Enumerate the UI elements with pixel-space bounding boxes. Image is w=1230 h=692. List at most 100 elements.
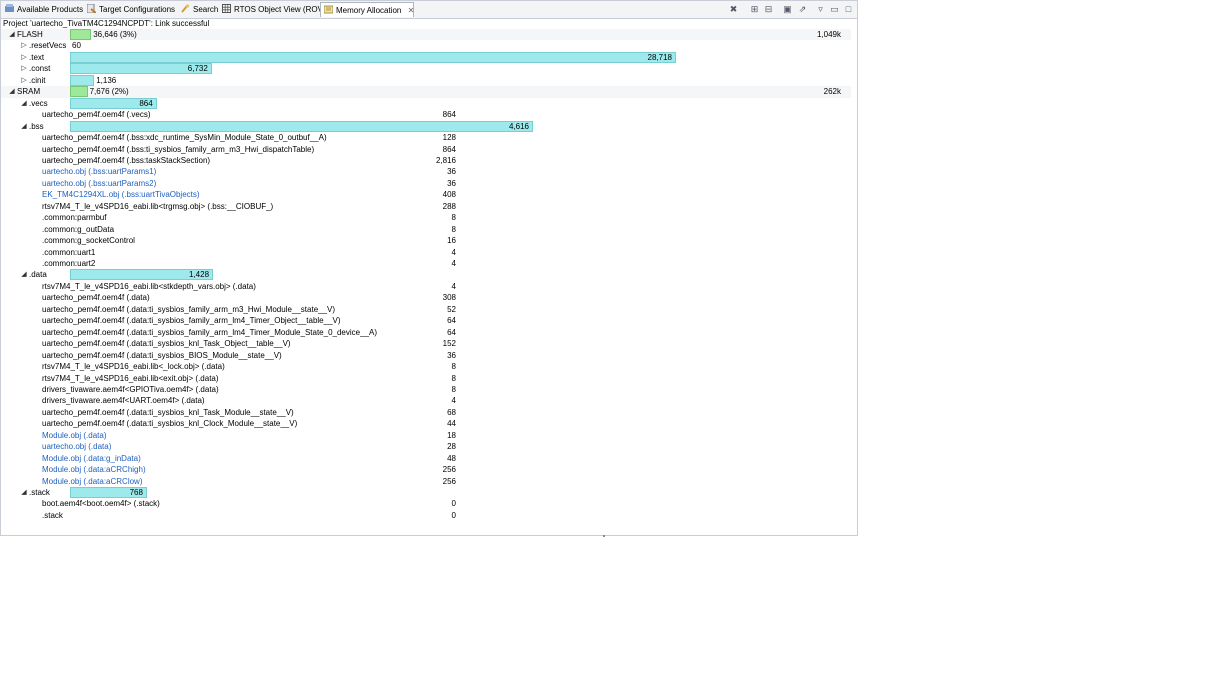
allocation-size: 4 — [451, 259, 456, 268]
row-name[interactable]: uartecho.obj (.bss:uartParams1) — [42, 166, 156, 177]
resize-grip[interactable] — [603, 535, 605, 537]
allocation-row[interactable]: uartecho_pem4f.oem4f (.data:ti_sysbios_B… — [1, 350, 851, 361]
row-name: .vecs — [29, 98, 48, 108]
row-name: .common:parmbuf — [42, 213, 107, 223]
row-name: rtsv7M4_T_le_v4SPD16_eabi.lib<stkdepth_v… — [42, 281, 256, 291]
allocation-row[interactable]: .common:uart2 4 — [1, 258, 851, 269]
expanded-arrow-icon[interactable]: ◢ — [8, 29, 16, 40]
tab-label: Search — [193, 5, 219, 14]
row-name: uartecho_pem4f.oem4f (.bss:xdc_runtime_S… — [42, 133, 327, 143]
allocation-row[interactable]: rtsv7M4_T_le_v4SPD16_eabi.lib<exit.obj> … — [1, 373, 851, 384]
link-status-message: Project 'uartecho_TivaTM4C1294NCPDT': Li… — [3, 19, 210, 28]
expanded-arrow-icon[interactable]: ◢ — [20, 269, 28, 280]
row-name[interactable]: uartecho.obj (.data) — [42, 441, 111, 452]
usage-value: 1,136 — [96, 75, 117, 85]
expanded-arrow-icon[interactable]: ◢ — [20, 98, 28, 109]
row-name[interactable]: Module.obj (.data:aCRChigh) — [42, 464, 146, 475]
collapsed-arrow-icon[interactable]: ▷ — [20, 40, 28, 51]
allocation-row[interactable]: uartecho.obj (.bss:uartParams1) 36 — [1, 166, 851, 177]
allocation-row[interactable]: .common:parmbuf 8 — [1, 212, 851, 223]
allocation-size: 18 — [447, 430, 456, 440]
allocation-row[interactable]: Module.obj (.data:aCRChigh) 256 — [1, 464, 851, 475]
allocation-row[interactable]: rtsv7M4_T_le_v4SPD16_eabi.lib<trgmsg.obj… — [1, 201, 851, 212]
tab-search[interactable]: Search — [178, 2, 218, 17]
allocation-row[interactable]: uartecho_pem4f.oem4f (.bss:xdc_runtime_S… — [1, 132, 851, 143]
row-name: .stack — [42, 510, 63, 520]
allocation-row[interactable]: uartecho_pem4f.oem4f (.bss:ti_sysbios_fa… — [1, 144, 851, 155]
allocation-size: 8 — [451, 362, 456, 372]
section-row[interactable]: ◢ .stack 768 — [1, 487, 851, 498]
collapse-all-icon[interactable]: ⊟ — [763, 4, 774, 15]
tab-rtos-object-view[interactable]: RTOS Object View (ROV) — [219, 2, 326, 17]
section-row[interactable]: ◢ FLASH 36,646 (3%) 1,049k — [1, 29, 851, 41]
allocation-row[interactable]: .common:g_socketControl 16 — [1, 235, 851, 246]
tab-target-configurations[interactable]: Target Configurations — [84, 2, 177, 17]
section-row[interactable]: ◢ .data 1,428 — [1, 269, 851, 281]
expanded-arrow-icon[interactable]: ◢ — [20, 487, 28, 498]
allocation-size: 64 — [447, 327, 456, 337]
section-row[interactable]: ◢ .bss 4,616 — [1, 120, 851, 132]
usage-bar — [70, 86, 88, 98]
allocation-row[interactable]: EK_TM4C1294XL.obj (.bss:uartTivaObjects)… — [1, 189, 851, 200]
minimize-icon[interactable]: ▭ — [829, 4, 840, 15]
row-name: .common:g_outData — [42, 224, 115, 234]
usage-value: 864 — [139, 98, 153, 108]
allocation-row[interactable]: uartecho_pem4f.oem4f (.bss:taskStackSect… — [1, 155, 851, 166]
allocation-size: 28 — [447, 442, 456, 452]
allocation-row[interactable]: uartecho_pem4f.oem4f (.data:ti_sysbios_k… — [1, 418, 851, 429]
row-name: uartecho_pem4f.oem4f (.vecs) — [42, 110, 151, 120]
expanded-arrow-icon[interactable]: ◢ — [8, 86, 16, 97]
section-row[interactable]: ▷ .resetVecs 60 — [1, 40, 851, 51]
row-name[interactable]: EK_TM4C1294XL.obj (.bss:uartTivaObjects) — [42, 189, 200, 200]
row-name: .stack — [29, 488, 50, 497]
allocation-row[interactable]: drivers_tivaware.aem4f<UART.oem4f> (.dat… — [1, 395, 851, 406]
collapsed-arrow-icon[interactable]: ▷ — [20, 75, 28, 86]
allocation-row[interactable]: boot.aem4f<boot.oem4f> (.stack) 0 — [1, 498, 851, 509]
allocation-row[interactable]: uartecho_pem4f.oem4f (.data:ti_sysbios_f… — [1, 304, 851, 315]
allocation-row[interactable]: uartecho.obj (.bss:uartParams2) 36 — [1, 178, 851, 189]
allocation-row[interactable]: uartecho.obj (.data) 28 — [1, 441, 851, 452]
row-name[interactable]: Module.obj (.data:g_inData) — [42, 453, 141, 464]
section-row[interactable]: ▷ .text 28,718 — [1, 51, 851, 63]
allocation-size: 4 — [451, 247, 456, 257]
close-tab-icon[interactable]: ✕ — [408, 6, 415, 15]
section-row[interactable]: ◢ SRAM 7,676 (2%) 262k — [1, 86, 851, 98]
tab-memory-allocation[interactable]: Memory Allocation ✕ — [320, 2, 414, 17]
section-row[interactable]: ▷ .const 6,732 — [1, 63, 851, 75]
allocation-row[interactable]: Module.obj (.data:aCRClow) 256 — [1, 476, 851, 487]
row-name: boot.aem4f<boot.oem4f> (.stack) — [42, 499, 160, 509]
row-name[interactable]: Module.obj (.data:aCRClow) — [42, 476, 143, 487]
new-view-icon[interactable]: ▣ — [782, 4, 793, 15]
allocation-row[interactable]: uartecho_pem4f.oem4f (.data:ti_sysbios_k… — [1, 407, 851, 418]
allocation-row[interactable]: rtsv7M4_T_le_v4SPD16_eabi.lib<_lock.obj>… — [1, 361, 851, 372]
tab-available-products[interactable]: Available Products — [2, 2, 83, 17]
allocation-row[interactable]: .common:g_outData 8 — [1, 224, 851, 235]
row-name[interactable]: Module.obj (.data) — [42, 430, 106, 441]
view-menu-icon[interactable]: ▿ — [815, 4, 826, 15]
allocation-row[interactable]: uartecho_pem4f.oem4f (.data:ti_sysbios_k… — [1, 338, 851, 349]
usage-value: 6,732 — [187, 64, 208, 74]
clear-icon[interactable]: ✖ — [728, 4, 739, 15]
expanded-arrow-icon[interactable]: ◢ — [20, 121, 28, 132]
allocation-row[interactable]: .common:uart1 4 — [1, 247, 851, 258]
section-row[interactable]: ▷ .cinit 1,136 — [1, 74, 851, 86]
allocation-row[interactable]: Module.obj (.data) 18 — [1, 430, 851, 441]
allocation-size: 48 — [447, 453, 456, 463]
allocation-row[interactable]: uartecho_pem4f.oem4f (.data:ti_sysbios_f… — [1, 315, 851, 326]
allocation-row[interactable]: uartecho_pem4f.oem4f (.data) 308 — [1, 292, 851, 303]
allocation-row[interactable]: uartecho_pem4f.oem4f (.vecs) 864 — [1, 109, 851, 120]
maximize-icon[interactable]: □ — [843, 4, 854, 15]
collapsed-arrow-icon[interactable]: ▷ — [20, 63, 28, 74]
section-row[interactable]: ◢ .vecs 864 — [1, 97, 851, 109]
row-name[interactable]: uartecho.obj (.bss:uartParams2) — [42, 178, 156, 189]
export-icon[interactable]: ⇗ — [797, 4, 808, 15]
row-name: .common:uart2 — [42, 259, 96, 268]
allocation-row[interactable]: Module.obj (.data:g_inData) 48 — [1, 453, 851, 464]
collapsed-arrow-icon[interactable]: ▷ — [20, 52, 28, 63]
view-tab-bar: Available Products Target Configurations… — [1, 1, 857, 19]
allocation-row[interactable]: rtsv7M4_T_le_v4SPD16_eabi.lib<stkdepth_v… — [1, 281, 851, 292]
allocation-row[interactable]: .stack 0 — [1, 510, 851, 521]
allocation-row[interactable]: uartecho_pem4f.oem4f (.data:ti_sysbios_f… — [1, 327, 851, 338]
expand-all-icon[interactable]: ⊞ — [749, 4, 760, 15]
allocation-row[interactable]: drivers_tivaware.aem4f<GPIOTiva.oem4f> (… — [1, 384, 851, 395]
